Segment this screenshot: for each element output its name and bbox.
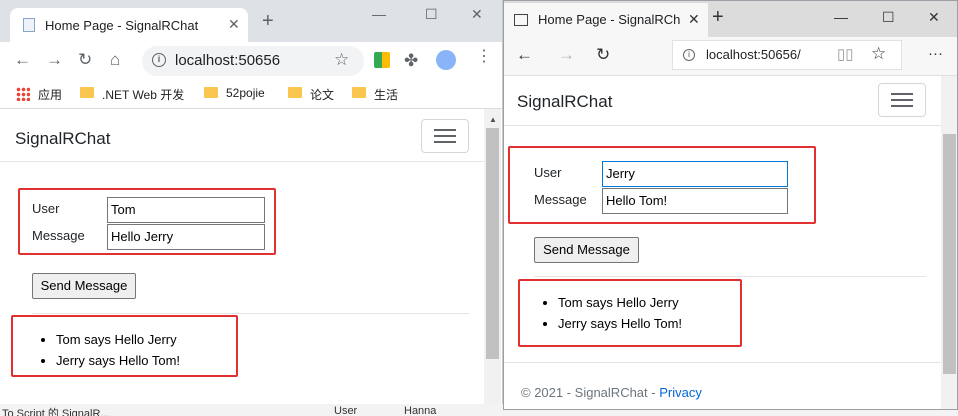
highlight-box [11, 315, 238, 377]
tab-title: Home Page - SignalRCh [538, 12, 681, 27]
edge-toolbar: ← → ↻ i localhost:50656/ ▯▯ ☆ ··· [504, 37, 957, 76]
folder-icon [352, 87, 366, 98]
bookmark-52pojie[interactable]: 52pojie [226, 86, 265, 100]
minimize-icon[interactable]: — [372, 6, 386, 22]
background-name: Hanna [404, 405, 437, 416]
highlight-box [508, 146, 816, 224]
maximize-icon[interactable]: ☐ [882, 9, 895, 26]
edge-window: Home Page - SignalRCh ✕ + — ☐ ✕ ← → ↻ i … [503, 0, 958, 410]
new-tab-icon[interactable]: + [712, 6, 724, 29]
bookmark-dotnet[interactable]: .NET Web 开发 [102, 86, 184, 103]
reload-icon[interactable]: ↻ [596, 45, 610, 65]
navbar-divider [504, 125, 941, 126]
info-icon[interactable]: i [152, 53, 166, 67]
background-user-label: User [334, 405, 358, 416]
maximize-icon[interactable]: ☐ [425, 6, 438, 23]
scrollbar[interactable]: ▲ [484, 109, 501, 404]
bookmark-star-icon[interactable]: ☆ [334, 50, 349, 70]
menu-icon[interactable]: ··· [928, 45, 943, 62]
navbar-toggler-button[interactable] [421, 119, 469, 153]
tab-title: Home Page - SignalRChat [45, 18, 199, 33]
chrome-tab[interactable]: Home Page - SignalRChat ✕ [10, 8, 248, 42]
privacy-link[interactable]: Privacy [659, 385, 702, 400]
chrome-tab-bar: Home Page - SignalRChat ✕ + — ☐ ✕ [0, 0, 502, 42]
address-url: localhost:50656/ [706, 47, 801, 62]
reading-view-icon[interactable]: ▯▯ [837, 45, 854, 63]
bookmark-papers[interactable]: 论文 [310, 86, 334, 103]
profile-avatar[interactable] [436, 50, 456, 70]
scroll-up-icon[interactable]: ▲ [489, 115, 497, 124]
send-message-button[interactable]: Send Message [32, 273, 136, 299]
footer: © 2021 - SignalRChat - Privacy [521, 385, 702, 400]
chrome-window: Home Page - SignalRChat ✕ + — ☐ ✕ ← → ↻ … [0, 0, 503, 404]
divider [534, 276, 926, 277]
reload-icon[interactable]: ↻ [78, 51, 92, 69]
edge-page-content: SignalRChat User Message Jerry Hello Tom… [504, 76, 941, 409]
navbar-brand[interactable]: SignalRChat [15, 129, 110, 149]
navbar-divider [0, 161, 484, 162]
new-tab-icon[interactable]: + [262, 11, 274, 31]
footer-divider [504, 362, 941, 363]
extensions-puzzle-icon[interactable]: ✤ [404, 51, 418, 71]
forward-icon[interactable]: → [558, 45, 575, 65]
address-bar[interactable]: i localhost:50656 ☆ [142, 46, 364, 76]
info-icon[interactable]: i [683, 49, 695, 61]
favorite-star-icon[interactable]: ☆ [871, 44, 886, 64]
forward-icon[interactable]: → [46, 51, 63, 69]
folder-icon [204, 87, 218, 98]
back-icon[interactable]: ← [14, 51, 31, 69]
close-window-icon[interactable]: ✕ [928, 9, 940, 26]
scrollbar-thumb[interactable] [486, 128, 499, 359]
scrollbar-thumb[interactable] [943, 134, 956, 374]
minimize-icon[interactable]: — [834, 9, 848, 25]
bookmark-life[interactable]: 生活 [374, 86, 398, 103]
tab-close-icon[interactable]: ✕ [688, 11, 700, 28]
scrollbar[interactable] [941, 76, 957, 409]
edge-tab[interactable]: Home Page - SignalRCh ✕ [504, 3, 708, 37]
extension-qr-icon[interactable] [374, 52, 390, 68]
menu-icon[interactable]: ⋮ [476, 49, 492, 65]
back-icon[interactable]: ← [516, 45, 533, 65]
divider [32, 313, 469, 314]
background-text: To Script 的 SignalR... [2, 408, 110, 416]
address-bar[interactable]: i localhost:50656/ ▯▯ ☆ [672, 40, 902, 70]
bookmark-apps[interactable]: 应用 [38, 86, 62, 103]
apps-grid-icon[interactable] [16, 87, 30, 101]
navbar-brand[interactable]: SignalRChat [517, 92, 612, 112]
highlight-box [18, 188, 276, 255]
chrome-toolbar: ← → ↻ ⌂ i localhost:50656 ☆ [0, 42, 502, 80]
send-message-button[interactable]: Send Message [534, 237, 639, 263]
page-favicon-icon [23, 18, 35, 32]
background-window-strip [503, 410, 958, 416]
close-window-icon[interactable]: ✕ [471, 6, 483, 23]
address-url: localhost:50656 [175, 52, 281, 69]
edge-tab-bar: Home Page - SignalRCh ✕ + — ☐ ✕ [504, 1, 957, 37]
folder-icon [80, 87, 94, 98]
footer-copyright: © 2021 - SignalRChat - [521, 385, 660, 400]
highlight-box [518, 279, 742, 347]
navbar-toggler-button[interactable] [878, 83, 926, 117]
tab-close-icon[interactable]: ✕ [228, 16, 240, 33]
bookmarks-bar: 应用 .NET Web 开发 52pojie 论文 生活 [0, 80, 502, 109]
folder-icon [288, 87, 302, 98]
chrome-page-content: SignalRChat User Message Tom Hello Jerry… [0, 109, 484, 404]
page-favicon-icon [514, 14, 528, 26]
home-icon[interactable]: ⌂ [110, 51, 120, 69]
